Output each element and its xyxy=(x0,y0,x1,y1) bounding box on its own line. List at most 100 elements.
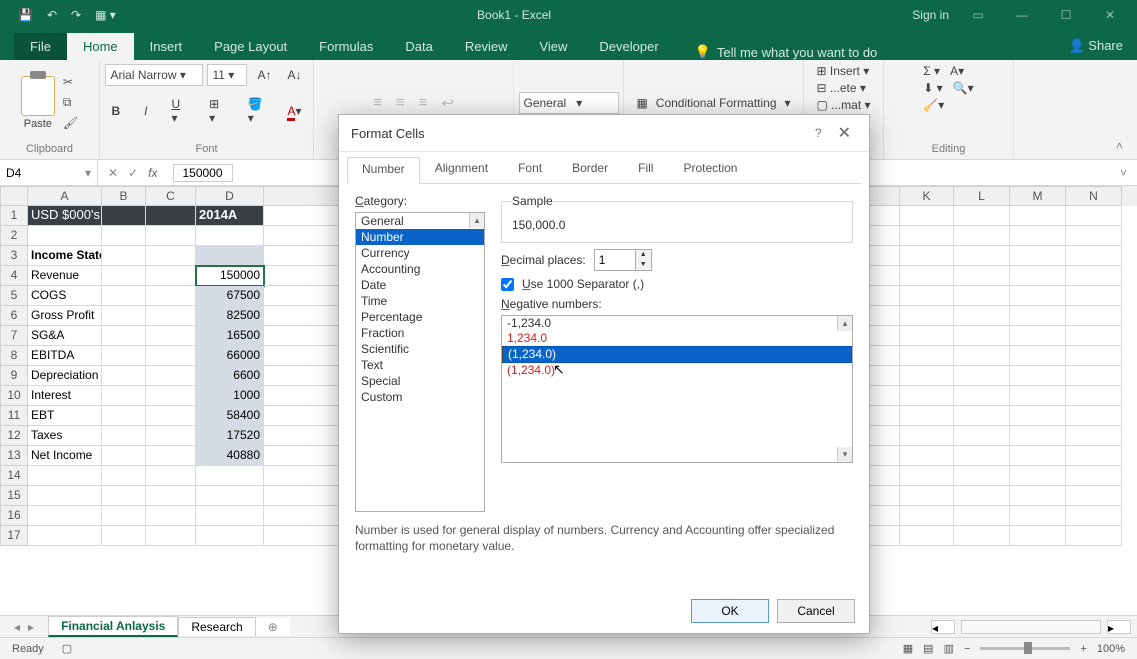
col-header[interactable]: D xyxy=(196,186,264,206)
cell[interactable] xyxy=(146,366,196,386)
cell[interactable] xyxy=(1010,486,1066,506)
paste-button[interactable]: Paste xyxy=(21,118,55,130)
cell[interactable] xyxy=(1010,226,1066,246)
hscroll-left[interactable]: ◂ xyxy=(931,620,955,634)
cell[interactable] xyxy=(1010,286,1066,306)
cell[interactable] xyxy=(954,446,1010,466)
decimal-places-spinner[interactable]: ▲▼ xyxy=(594,249,652,271)
cell[interactable] xyxy=(102,306,146,326)
spin-down-icon[interactable]: ▼ xyxy=(636,260,651,270)
negative-numbers-list[interactable]: ▴ ▾ -1,234.01,234.0(1,234.0)(1,234.0) xyxy=(501,315,853,463)
thousand-separator-checkbox[interactable] xyxy=(501,278,514,291)
cell[interactable] xyxy=(1066,466,1122,486)
col-header[interactable]: A xyxy=(28,186,102,206)
zoom-out-icon[interactable]: − xyxy=(964,643,970,655)
col-header[interactable]: C xyxy=(146,186,196,206)
zoom-in-icon[interactable]: + xyxy=(1080,643,1086,655)
view-pagelayout-icon[interactable]: ▤ xyxy=(923,642,933,655)
cell[interactable] xyxy=(900,346,954,366)
underline-button[interactable]: U ▾ xyxy=(166,94,192,128)
row-header[interactable]: 6 xyxy=(0,306,28,326)
ribbon-options-icon[interactable]: ▭ xyxy=(963,8,993,22)
delete-cells-button[interactable]: ⊟ ...ete ▾ xyxy=(816,81,865,95)
row-header[interactable]: 5 xyxy=(0,286,28,306)
cell[interactable] xyxy=(28,226,102,246)
tab-home[interactable]: Home xyxy=(67,33,134,60)
align-bot-icon[interactable]: ≡ xyxy=(419,94,428,111)
cell[interactable] xyxy=(1010,306,1066,326)
cell[interactable] xyxy=(1066,486,1122,506)
col-header[interactable]: N xyxy=(1066,186,1122,206)
cell[interactable] xyxy=(1066,346,1122,366)
category-item[interactable]: Time xyxy=(356,293,484,309)
cell[interactable] xyxy=(1066,306,1122,326)
select-all-corner[interactable] xyxy=(0,186,28,206)
negative-number-item[interactable]: (1,234.0) xyxy=(502,346,852,363)
cell[interactable] xyxy=(1010,526,1066,546)
cell[interactable] xyxy=(102,526,146,546)
cell[interactable] xyxy=(954,486,1010,506)
cell[interactable] xyxy=(28,486,102,506)
cell[interactable] xyxy=(1010,406,1066,426)
category-item[interactable]: Fraction xyxy=(356,325,484,341)
cell[interactable] xyxy=(196,486,264,506)
cell[interactable] xyxy=(954,466,1010,486)
cell[interactable]: Gross Profit xyxy=(28,306,102,326)
cell[interactable]: 1000 xyxy=(196,386,264,406)
cell[interactable] xyxy=(146,406,196,426)
cell[interactable] xyxy=(146,246,196,266)
cancel-button[interactable]: Cancel xyxy=(777,599,855,623)
cell[interactable] xyxy=(146,466,196,486)
cell[interactable]: 40880 xyxy=(196,446,264,466)
cell[interactable] xyxy=(1066,366,1122,386)
fill-color-button[interactable]: 🪣▾ xyxy=(242,94,270,128)
cell[interactable]: 16500 xyxy=(196,326,264,346)
cell[interactable] xyxy=(1010,326,1066,346)
shrink-font-icon[interactable]: A↓ xyxy=(282,65,308,85)
borders-button[interactable]: ⊞ ▾ xyxy=(203,94,230,128)
cell[interactable] xyxy=(196,506,264,526)
cell[interactable] xyxy=(102,426,146,446)
fill-icon[interactable]: ⬇ ▾ xyxy=(923,81,942,95)
hscroll-right[interactable]: ▸ xyxy=(1107,620,1131,634)
cell[interactable] xyxy=(900,386,954,406)
cell[interactable] xyxy=(196,526,264,546)
cell[interactable] xyxy=(954,366,1010,386)
row-header[interactable]: 12 xyxy=(0,426,28,446)
qat-more-icon[interactable]: ▦ ▾ xyxy=(95,8,116,22)
zoom-level[interactable]: 100% xyxy=(1097,643,1125,655)
category-item[interactable]: Percentage xyxy=(356,309,484,325)
cell[interactable] xyxy=(954,226,1010,246)
sheet-prev-icon[interactable]: ◂ xyxy=(14,620,20,634)
sheet-next-icon[interactable]: ▸ xyxy=(28,620,34,634)
cell[interactable] xyxy=(954,246,1010,266)
redo-icon[interactable]: ↷ xyxy=(71,8,81,22)
negative-number-item[interactable]: -1,234.0 xyxy=(502,316,852,331)
cell[interactable] xyxy=(102,286,146,306)
cell[interactable] xyxy=(146,526,196,546)
font-size-combo[interactable]: 11 ▾ xyxy=(207,64,247,86)
negative-number-item[interactable]: (1,234.0) xyxy=(502,363,852,378)
view-normal-icon[interactable]: ▦ xyxy=(903,642,913,655)
row-header[interactable]: 14 xyxy=(0,466,28,486)
find-icon[interactable]: 🔍▾ xyxy=(953,81,974,95)
cell[interactable]: Revenue xyxy=(28,266,102,286)
number-format-combo[interactable]: General ▾ xyxy=(519,92,619,114)
row-header[interactable]: 2 xyxy=(0,226,28,246)
cell[interactable] xyxy=(1066,206,1122,226)
cell[interactable] xyxy=(102,446,146,466)
cell[interactable]: Taxes xyxy=(28,426,102,446)
tab-formulas[interactable]: Formulas xyxy=(303,33,389,60)
conditional-formatting-button[interactable]: Conditional Formatting xyxy=(656,96,777,110)
tab-insert[interactable]: Insert xyxy=(134,33,199,60)
cell[interactable] xyxy=(102,266,146,286)
cell[interactable] xyxy=(954,266,1010,286)
cell[interactable] xyxy=(900,526,954,546)
cell[interactable] xyxy=(146,506,196,526)
cell[interactable] xyxy=(146,266,196,286)
cell[interactable] xyxy=(900,306,954,326)
tab-file[interactable]: File xyxy=(14,33,67,60)
copy-icon[interactable]: ⧉ xyxy=(63,95,78,110)
cell[interactable] xyxy=(1010,446,1066,466)
cell[interactable] xyxy=(900,266,954,286)
